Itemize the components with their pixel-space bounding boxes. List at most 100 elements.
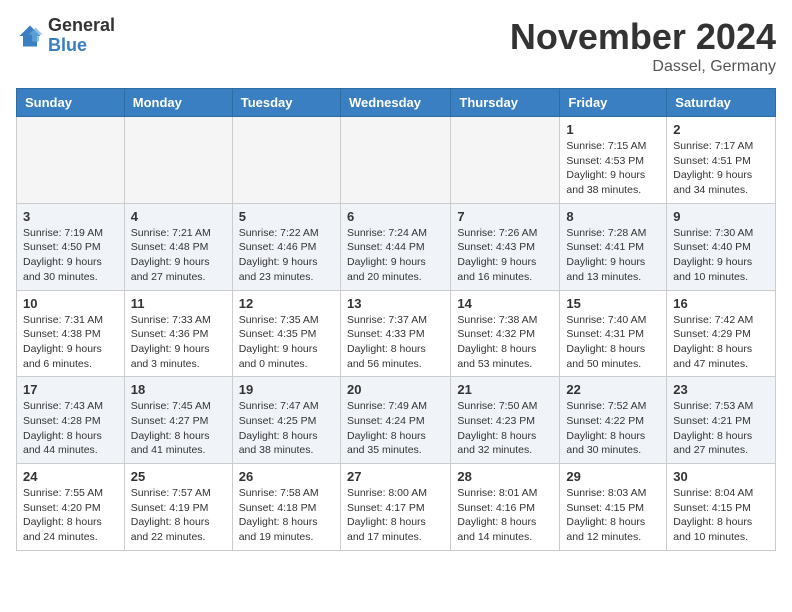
calendar-day-cell: 11 Sunrise: 7:33 AM Sunset: 4:36 PM Dayli…	[124, 290, 232, 377]
day-info: Sunrise: 7:28 AM Sunset: 4:41 PM Dayligh…	[566, 226, 660, 285]
logo-text: General Blue	[48, 16, 115, 56]
day-info: Sunrise: 7:37 AM Sunset: 4:33 PM Dayligh…	[347, 313, 444, 372]
day-info: Sunrise: 7:50 AM Sunset: 4:23 PM Dayligh…	[457, 399, 553, 458]
calendar-day-cell: 9Sunrise: 7:30 AM Sunset: 4:40 PM Daylig…	[667, 203, 776, 290]
calendar-day-cell: 5 Sunrise: 7:22 AM Sunset: 4:46 PM Daylig…	[232, 203, 340, 290]
day-number: 16	[673, 296, 769, 311]
calendar-day-cell: 24 Sunrise: 7:55 AM Sunset: 4:20 PM Dayli…	[17, 464, 125, 551]
calendar-day-header: Wednesday	[340, 89, 450, 117]
calendar-day-cell: 29 Sunrise: 8:03 AM Sunset: 4:15 PM Dayli…	[560, 464, 667, 551]
day-number: 21	[457, 382, 553, 397]
day-info: Sunrise: 7:22 AM Sunset: 4:46 PM Dayligh…	[239, 226, 334, 285]
calendar-day-cell: 4Sunrise: 7:21 AM Sunset: 4:48 PM Daylig…	[124, 203, 232, 290]
calendar-day-cell: 18 Sunrise: 7:45 AM Sunset: 4:27 PM Dayli…	[124, 377, 232, 464]
calendar-day-cell: 30 Sunrise: 8:04 AM Sunset: 4:15 PM Dayli…	[667, 464, 776, 551]
calendar-day-cell: 2 Sunrise: 7:17 AM Sunset: 4:51 PM Daylig…	[667, 117, 776, 204]
calendar-week-row: 17Sunrise: 7:43 AM Sunset: 4:28 PM Dayli…	[17, 377, 776, 464]
day-number: 5	[239, 209, 334, 224]
day-number: 13	[347, 296, 444, 311]
day-number: 14	[457, 296, 553, 311]
day-info: Sunrise: 8:03 AM Sunset: 4:15 PM Dayligh…	[566, 486, 660, 545]
logo-general-label: General	[48, 16, 115, 36]
calendar-day-cell: 16Sunrise: 7:42 AM Sunset: 4:29 PM Dayli…	[667, 290, 776, 377]
calendar-week-row: 1Sunrise: 7:15 AM Sunset: 4:53 PM Daylig…	[17, 117, 776, 204]
calendar-day-cell: 3 Sunrise: 7:19 AM Sunset: 4:50 PM Daylig…	[17, 203, 125, 290]
day-info: Sunrise: 7:49 AM Sunset: 4:24 PM Dayligh…	[347, 399, 444, 458]
calendar-day-header: Thursday	[451, 89, 560, 117]
calendar-day-cell: 7 Sunrise: 7:26 AM Sunset: 4:43 PM Daylig…	[451, 203, 560, 290]
calendar-day-cell	[232, 117, 340, 204]
day-number: 12	[239, 296, 334, 311]
calendar-week-row: 10 Sunrise: 7:31 AM Sunset: 4:38 PM Dayli…	[17, 290, 776, 377]
day-number: 25	[131, 469, 226, 484]
calendar-day-cell: 10 Sunrise: 7:31 AM Sunset: 4:38 PM Dayli…	[17, 290, 125, 377]
day-number: 15	[566, 296, 660, 311]
day-info: Sunrise: 7:45 AM Sunset: 4:27 PM Dayligh…	[131, 399, 226, 458]
day-number: 10	[23, 296, 118, 311]
day-number: 11	[131, 296, 226, 311]
location-title: Dassel, Germany	[510, 58, 776, 76]
calendar-day-cell: 6 Sunrise: 7:24 AM Sunset: 4:44 PM Daylig…	[340, 203, 450, 290]
day-info: Sunrise: 7:24 AM Sunset: 4:44 PM Dayligh…	[347, 226, 444, 285]
calendar-day-header: Saturday	[667, 89, 776, 117]
calendar-day-cell: 20 Sunrise: 7:49 AM Sunset: 4:24 PM Dayli…	[340, 377, 450, 464]
header: General Blue November 2024 Dassel, Germa…	[16, 16, 776, 76]
day-info: Sunrise: 7:47 AM Sunset: 4:25 PM Dayligh…	[239, 399, 334, 458]
calendar-day-cell: 15Sunrise: 7:40 AM Sunset: 4:31 PM Dayli…	[560, 290, 667, 377]
day-number: 18	[131, 382, 226, 397]
calendar-day-cell: 19Sunrise: 7:47 AM Sunset: 4:25 PM Dayli…	[232, 377, 340, 464]
day-info: Sunrise: 7:30 AM Sunset: 4:40 PM Dayligh…	[673, 226, 769, 285]
day-info: Sunrise: 8:01 AM Sunset: 4:16 PM Dayligh…	[457, 486, 553, 545]
day-info: Sunrise: 7:33 AM Sunset: 4:36 PM Dayligh…	[131, 313, 226, 372]
day-number: 23	[673, 382, 769, 397]
calendar-day-header: Friday	[560, 89, 667, 117]
day-info: Sunrise: 7:43 AM Sunset: 4:28 PM Dayligh…	[23, 399, 118, 458]
calendar-day-cell	[17, 117, 125, 204]
day-info: Sunrise: 7:15 AM Sunset: 4:53 PM Dayligh…	[566, 139, 660, 198]
day-info: Sunrise: 7:52 AM Sunset: 4:22 PM Dayligh…	[566, 399, 660, 458]
day-number: 4	[131, 209, 226, 224]
day-number: 24	[23, 469, 118, 484]
day-number: 29	[566, 469, 660, 484]
calendar-week-row: 24 Sunrise: 7:55 AM Sunset: 4:20 PM Dayli…	[17, 464, 776, 551]
day-number: 27	[347, 469, 444, 484]
calendar-header-row: SundayMondayTuesdayWednesdayThursdayFrid…	[17, 89, 776, 117]
day-number: 2	[673, 122, 769, 137]
day-number: 7	[457, 209, 553, 224]
calendar-day-cell: 13 Sunrise: 7:37 AM Sunset: 4:33 PM Dayli…	[340, 290, 450, 377]
month-title: November 2024	[510, 16, 776, 58]
calendar-day-cell: 21 Sunrise: 7:50 AM Sunset: 4:23 PM Dayli…	[451, 377, 560, 464]
calendar-day-cell: 28Sunrise: 8:01 AM Sunset: 4:16 PM Dayli…	[451, 464, 560, 551]
logo-blue-label: Blue	[48, 36, 115, 56]
day-number: 3	[23, 209, 118, 224]
title-block: November 2024 Dassel, Germany	[510, 16, 776, 76]
day-info: Sunrise: 8:04 AM Sunset: 4:15 PM Dayligh…	[673, 486, 769, 545]
day-info: Sunrise: 7:55 AM Sunset: 4:20 PM Dayligh…	[23, 486, 118, 545]
day-info: Sunrise: 7:17 AM Sunset: 4:51 PM Dayligh…	[673, 139, 769, 198]
calendar-day-cell	[340, 117, 450, 204]
day-info: Sunrise: 7:26 AM Sunset: 4:43 PM Dayligh…	[457, 226, 553, 285]
day-number: 22	[566, 382, 660, 397]
calendar-day-cell: 25Sunrise: 7:57 AM Sunset: 4:19 PM Dayli…	[124, 464, 232, 551]
calendar-day-header: Monday	[124, 89, 232, 117]
calendar-day-cell	[451, 117, 560, 204]
day-info: Sunrise: 7:53 AM Sunset: 4:21 PM Dayligh…	[673, 399, 769, 458]
logo-icon	[16, 22, 44, 50]
day-info: Sunrise: 7:58 AM Sunset: 4:18 PM Dayligh…	[239, 486, 334, 545]
day-info: Sunrise: 7:38 AM Sunset: 4:32 PM Dayligh…	[457, 313, 553, 372]
calendar-day-cell: 23 Sunrise: 7:53 AM Sunset: 4:21 PM Dayli…	[667, 377, 776, 464]
day-info: Sunrise: 7:19 AM Sunset: 4:50 PM Dayligh…	[23, 226, 118, 285]
day-number: 30	[673, 469, 769, 484]
calendar-day-cell: 27Sunrise: 8:00 AM Sunset: 4:17 PM Dayli…	[340, 464, 450, 551]
calendar-day-cell: 26 Sunrise: 7:58 AM Sunset: 4:18 PM Dayli…	[232, 464, 340, 551]
calendar: SundayMondayTuesdayWednesdayThursdayFrid…	[16, 88, 776, 551]
day-number: 20	[347, 382, 444, 397]
calendar-day-cell: 22 Sunrise: 7:52 AM Sunset: 4:22 PM Dayli…	[560, 377, 667, 464]
day-info: Sunrise: 7:31 AM Sunset: 4:38 PM Dayligh…	[23, 313, 118, 372]
calendar-day-cell: 1Sunrise: 7:15 AM Sunset: 4:53 PM Daylig…	[560, 117, 667, 204]
calendar-day-cell: 8Sunrise: 7:28 AM Sunset: 4:41 PM Daylig…	[560, 203, 667, 290]
day-number: 26	[239, 469, 334, 484]
day-number: 6	[347, 209, 444, 224]
calendar-day-header: Tuesday	[232, 89, 340, 117]
calendar-day-cell: 14 Sunrise: 7:38 AM Sunset: 4:32 PM Dayli…	[451, 290, 560, 377]
